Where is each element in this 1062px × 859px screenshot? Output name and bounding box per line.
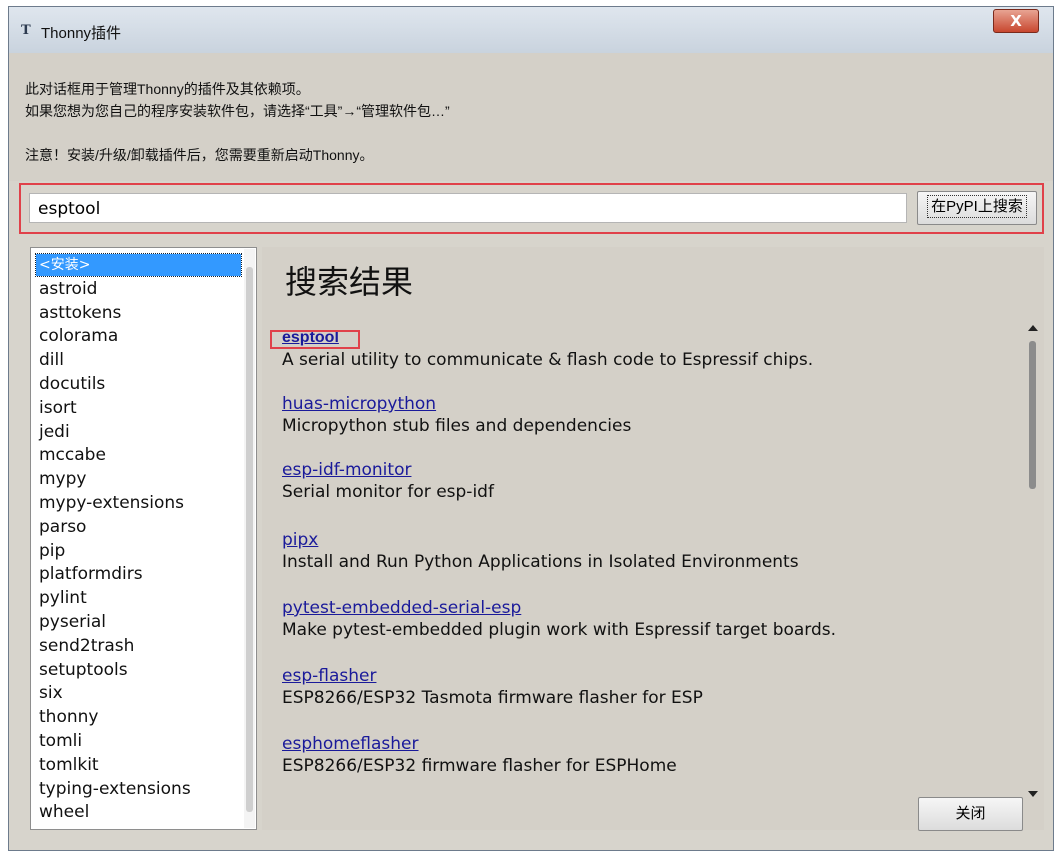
close-button[interactable]: 关闭 <box>918 797 1023 831</box>
result-description: ESP8266/ESP32 firmware flasher for ESPHo… <box>282 756 677 776</box>
scroll-up-arrow-icon[interactable] <box>1028 325 1038 331</box>
package-list-item[interactable]: mypy-extensions <box>36 492 241 514</box>
result-description: Serial monitor for esp-idf <box>282 482 494 502</box>
result-description: Micropython stub files and dependencies <box>282 416 632 436</box>
package-list-item[interactable]: <安装> <box>35 253 242 277</box>
package-list-item[interactable]: wheel <box>36 801 241 823</box>
result-description: A serial utility to communicate & flash … <box>282 350 814 370</box>
package-list[interactable]: <安装> astroid asttokens colorama dill docutils… <box>30 247 257 830</box>
result-link[interactable]: esphomeflasher <box>282 733 1002 755</box>
results-scrollbar[interactable] <box>1026 325 1040 797</box>
window-close-button[interactable]: X <box>993 9 1039 33</box>
package-list-item[interactable]: parso <box>36 516 241 538</box>
result-item: esp-idf-monitor Serial monitor for esp-id… <box>282 459 1002 503</box>
package-list-item[interactable]: pyserial <box>36 611 241 633</box>
result-description: Make pytest-embedded plugin work with Es… <box>282 620 837 640</box>
result-link[interactable]: pipx <box>282 529 1002 551</box>
search-pypi-button[interactable]: 在PyPI上搜索 <box>917 191 1037 225</box>
search-input[interactable]: esptool <box>29 193 907 223</box>
results-heading: 搜索结果 <box>285 264 414 300</box>
search-pypi-label: 在PyPI上搜索 <box>927 195 1027 218</box>
package-list-item[interactable]: astroid <box>36 278 241 300</box>
package-list-scroll-thumb[interactable] <box>246 267 253 812</box>
package-list-item[interactable]: tomli <box>36 730 241 752</box>
package-list-item[interactable]: docutils <box>36 373 241 395</box>
result-link[interactable]: esptool <box>282 327 1002 349</box>
result-link[interactable]: esp-idf-monitor <box>282 459 1002 481</box>
info-panel: 此对话框用于管理Thonny的插件及其依赖项。 如果您想为您自己的程序安装软件包… <box>9 53 1053 181</box>
results-panel: 搜索结果 esptool A serial utility to communic… <box>262 247 1044 831</box>
result-link[interactable]: huas-micropython <box>282 393 1002 415</box>
info-line-2: 如果您想为您自己的程序安装软件包，请选择“工具”→“管理软件包…” <box>25 103 450 119</box>
package-list-item[interactable]: six <box>36 682 241 704</box>
result-item: esp-flasher ESP8266/ESP32 Tasmota firmwar… <box>282 665 1002 709</box>
title-bar: T Thonny插件 X <box>9 7 1053 53</box>
window-title: Thonny插件 <box>41 25 122 42</box>
package-list-item[interactable]: pylint <box>36 587 241 609</box>
package-list-item[interactable]: send2trash <box>36 635 241 657</box>
result-description: Install and Run Python Applications in I… <box>282 552 799 572</box>
search-bar: esptool 在PyPI上搜索 <box>19 183 1044 234</box>
package-list-item[interactable]: mccabe <box>36 444 241 466</box>
package-list-item[interactable]: platformdirs <box>36 563 241 585</box>
package-list-item[interactable]: isort <box>36 397 241 419</box>
scroll-down-arrow-icon[interactable] <box>1028 791 1038 797</box>
result-link[interactable]: pytest-embedded-serial-esp <box>282 597 1002 619</box>
package-list-item[interactable]: tomlkit <box>36 754 241 776</box>
package-list-item[interactable]: pip <box>36 540 241 562</box>
package-list-scrollbar[interactable] <box>244 249 255 828</box>
info-line-1: 此对话框用于管理Thonny的插件及其依赖项。 <box>25 81 310 97</box>
result-link[interactable]: esp-flasher <box>282 665 1002 687</box>
package-list-item[interactable]: asttokens <box>36 302 241 324</box>
result-item: pytest-embedded-serial-esp Make pytest-em… <box>282 597 1002 641</box>
package-list-item[interactable]: setuptools <box>36 659 241 681</box>
result-item: huas-micropython Micropython stub files a… <box>282 393 1002 437</box>
result-item: pipx Install and Run Python Applications … <box>282 529 1002 573</box>
package-list-item[interactable]: colorama <box>36 325 241 347</box>
package-list-item[interactable]: thonny <box>36 706 241 728</box>
highlight-box <box>270 330 360 349</box>
result-item: esptool A serial utility to communicate &… <box>282 327 1002 371</box>
info-line-3: 注意！安装/升级/卸载插件后，您需要重新启动Thonny。 <box>25 147 374 163</box>
thonny-logo-icon: T <box>21 23 31 38</box>
result-item: esphomeflasher ESP8266/ESP32 firmware fla… <box>282 733 1002 777</box>
package-list-item[interactable]: dill <box>36 349 241 371</box>
result-description: ESP8266/ESP32 Tasmota firmware flasher f… <box>282 688 703 708</box>
package-list-item[interactable]: mypy <box>36 468 241 490</box>
package-list-item[interactable]: typing-extensions <box>36 778 241 800</box>
results-scroll-thumb[interactable] <box>1029 341 1036 489</box>
package-list-item[interactable]: jedi <box>36 421 241 443</box>
